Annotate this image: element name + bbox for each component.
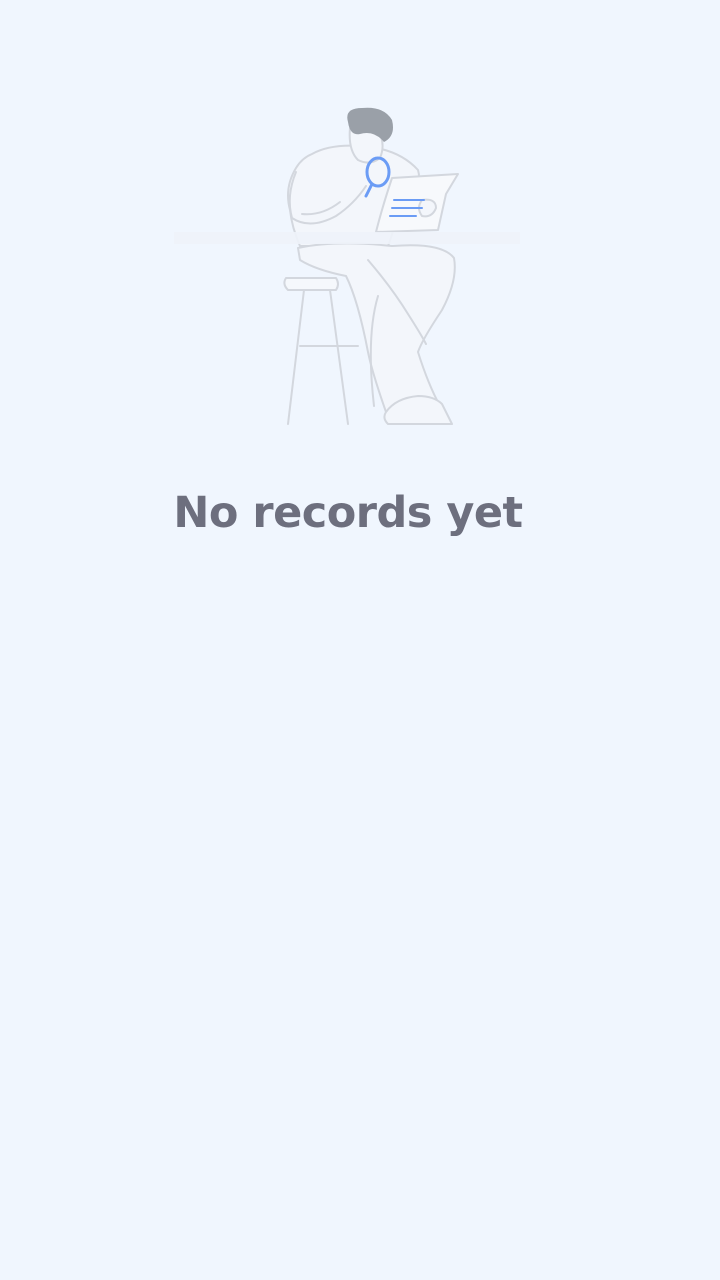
empty-state-title: No records yet (173, 488, 523, 538)
empty-records-screen: No records yet (0, 0, 720, 1280)
person-reading-document-icon (174, 107, 520, 425)
